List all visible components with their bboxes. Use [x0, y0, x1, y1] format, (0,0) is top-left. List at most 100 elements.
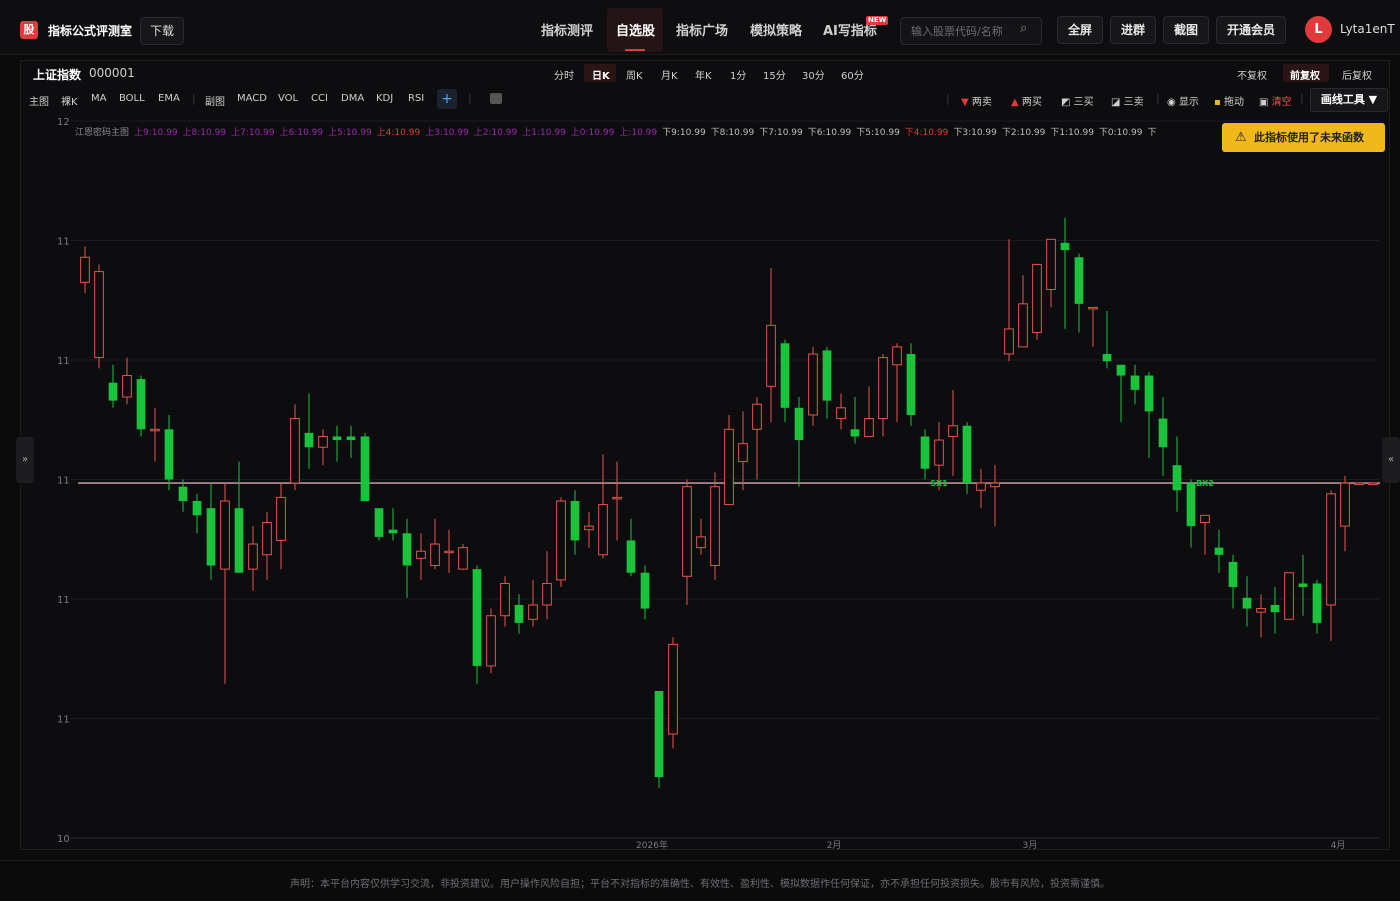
candle[interactable]	[1214, 529, 1224, 573]
candle[interactable]	[192, 493, 202, 534]
candle[interactable]	[1102, 311, 1112, 369]
candle[interactable]	[878, 354, 888, 437]
candle[interactable]	[892, 343, 902, 423]
candle[interactable]	[724, 414, 734, 506]
candle[interactable]	[626, 518, 636, 577]
candle[interactable]	[1158, 397, 1168, 476]
candle[interactable]	[990, 465, 1000, 527]
candle[interactable]	[682, 479, 692, 605]
candle[interactable]	[108, 364, 118, 408]
candle[interactable]	[150, 407, 160, 462]
candle[interactable]	[1116, 364, 1126, 423]
candle[interactable]	[1172, 436, 1182, 512]
candle[interactable]	[1060, 217, 1070, 329]
candle[interactable]	[1326, 490, 1336, 641]
candle[interactable]	[248, 526, 258, 591]
candle[interactable]	[766, 267, 776, 423]
candle[interactable]	[1340, 475, 1350, 552]
candle[interactable]	[1256, 594, 1266, 638]
candle[interactable]	[360, 432, 370, 502]
candle[interactable]	[136, 375, 146, 437]
candle[interactable]	[304, 393, 314, 469]
candle[interactable]	[542, 551, 552, 620]
candle[interactable]	[836, 393, 846, 430]
candle[interactable]	[206, 483, 216, 580]
candle[interactable]	[556, 497, 566, 588]
candle[interactable]	[402, 518, 412, 598]
candle[interactable]	[710, 472, 720, 580]
candle[interactable]	[864, 386, 874, 437]
candle[interactable]	[1074, 253, 1084, 333]
candle[interactable]	[1088, 306, 1098, 347]
candle[interactable]	[80, 246, 90, 294]
candle[interactable]	[388, 508, 398, 541]
candle[interactable]	[1144, 371, 1154, 458]
future-function-warning[interactable]: ⚠ 此指标使用了未来函数	[1222, 123, 1385, 152]
candle[interactable]	[500, 576, 510, 627]
candle[interactable]	[1312, 579, 1322, 634]
candle[interactable]	[976, 468, 986, 509]
candle[interactable]	[444, 529, 454, 573]
candle[interactable]	[164, 414, 174, 491]
candle[interactable]	[514, 594, 524, 634]
candle[interactable]	[94, 264, 104, 369]
candle[interactable]	[290, 404, 300, 491]
candle[interactable]	[472, 565, 482, 684]
candle[interactable]	[1242, 576, 1252, 627]
candle[interactable]	[598, 454, 608, 559]
candle[interactable]	[528, 579, 538, 627]
candle-body	[220, 500, 230, 570]
candle[interactable]	[1200, 514, 1210, 555]
candle[interactable]	[808, 346, 818, 426]
candle[interactable]	[1284, 572, 1294, 620]
candle[interactable]	[1298, 554, 1308, 616]
candle[interactable]	[178, 479, 188, 512]
candle[interactable]	[458, 544, 468, 570]
candle[interactable]	[122, 357, 132, 405]
candle[interactable]	[584, 511, 594, 548]
candle[interactable]	[374, 508, 384, 541]
candle[interactable]	[430, 518, 440, 570]
candle[interactable]	[948, 389, 958, 476]
candle[interactable]	[906, 343, 916, 426]
candle[interactable]	[332, 425, 342, 462]
candle[interactable]	[234, 461, 244, 573]
x-axis-labels: 2026年 2月 3月 4月	[636, 839, 1345, 851]
candle[interactable]	[1228, 554, 1238, 609]
candle[interactable]	[1186, 479, 1196, 548]
legend-item: 下1:10.99	[1050, 128, 1094, 138]
candle[interactable]	[1018, 275, 1028, 348]
candle[interactable]	[794, 397, 804, 487]
candle[interactable]	[780, 339, 790, 423]
candle[interactable]	[570, 490, 580, 555]
candle[interactable]	[318, 429, 328, 466]
candle[interactable]	[738, 411, 748, 491]
candle[interactable]	[752, 397, 762, 480]
candle[interactable]	[1046, 238, 1056, 308]
candle[interactable]	[696, 518, 706, 555]
candle[interactable]	[668, 637, 678, 749]
candle[interactable]	[1270, 587, 1280, 634]
candle[interactable]	[822, 346, 832, 419]
candle[interactable]	[640, 565, 650, 620]
candle[interactable]	[1130, 364, 1140, 405]
candle[interactable]	[1032, 263, 1042, 340]
candle[interactable]	[654, 691, 664, 788]
candle[interactable]	[920, 429, 930, 480]
candle-body	[416, 550, 426, 559]
candle[interactable]	[850, 397, 860, 444]
candle[interactable]	[346, 425, 356, 458]
candle[interactable]	[1354, 482, 1364, 486]
legend-item: 下2:10.99	[1001, 128, 1046, 138]
candle[interactable]	[1368, 482, 1378, 486]
candle-body	[136, 379, 146, 430]
candle[interactable]	[262, 511, 272, 580]
candle[interactable]	[416, 533, 426, 580]
candle[interactable]	[486, 608, 496, 674]
candle[interactable]	[962, 422, 972, 494]
candle-body	[752, 403, 762, 430]
candle[interactable]	[1004, 239, 1014, 362]
candle[interactable]	[276, 483, 286, 570]
candle[interactable]	[220, 483, 230, 684]
candle[interactable]	[612, 461, 622, 541]
